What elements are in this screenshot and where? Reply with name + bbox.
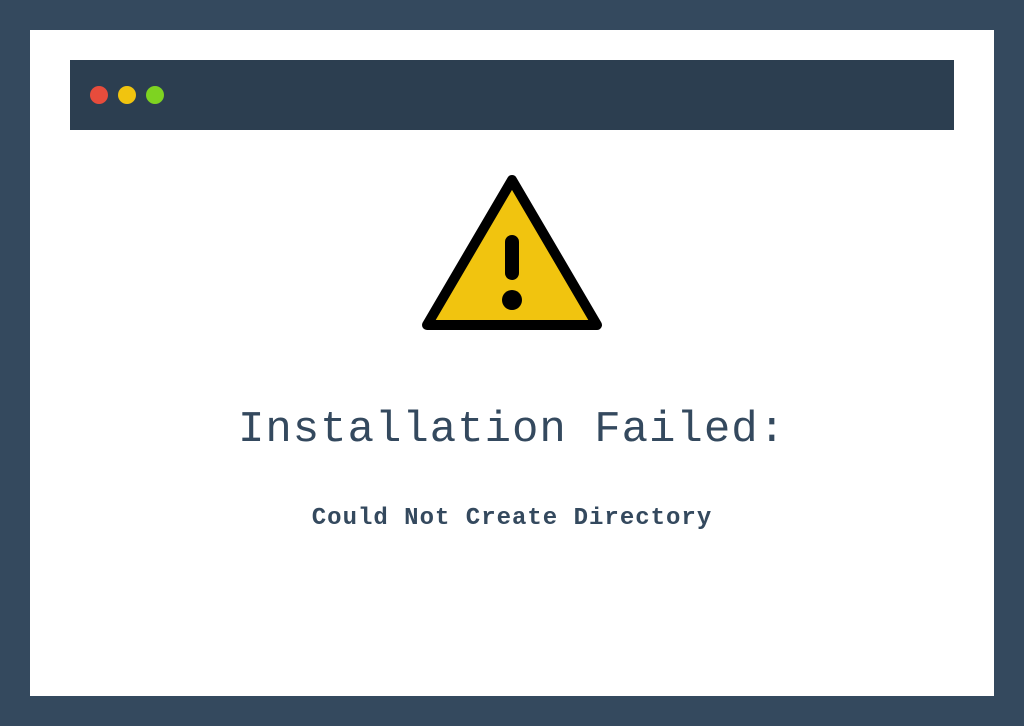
close-icon[interactable] [90, 86, 108, 104]
minimize-icon[interactable] [118, 86, 136, 104]
error-message: Could Not Create Directory [312, 505, 712, 532]
maximize-icon[interactable] [146, 86, 164, 104]
warning-triangle-icon [417, 170, 607, 345]
error-heading: Installation Failed: [238, 405, 786, 455]
error-window: Installation Failed: Could Not Create Di… [30, 30, 994, 696]
error-content: Installation Failed: Could Not Create Di… [30, 130, 994, 532]
window-titlebar [70, 60, 954, 130]
